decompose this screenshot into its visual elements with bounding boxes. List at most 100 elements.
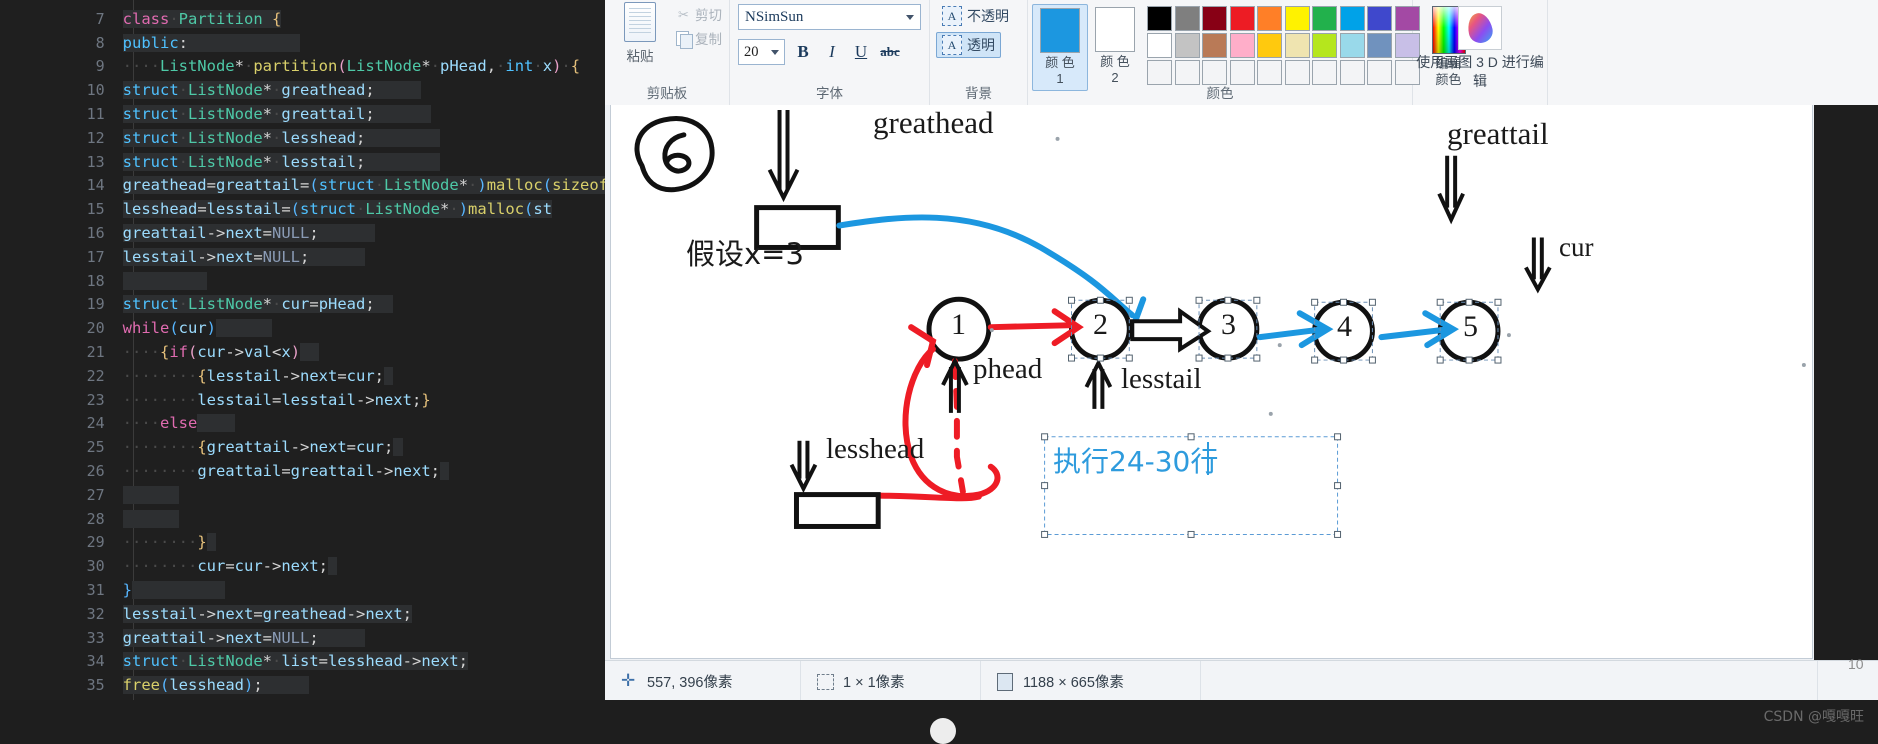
canvas-area[interactable]: greathead greattail cur 假设x=3 phead less… (605, 105, 1878, 660)
watermark-label: CSDN @嘎嘎旺 (1763, 709, 1864, 725)
code-line: 11 struct·ListNode*·greattail; (0, 79, 605, 123)
ribbon-group-colors: 颜 色 1 颜 色 2 编辑 颜色 颜色 (1028, 0, 1466, 105)
assume-label: 假设x=3 (686, 237, 804, 271)
status-bar: 557, 396像素 1 × 1像素 1188 × 665像素 (605, 660, 1878, 701)
palette-swatch[interactable] (1257, 6, 1282, 31)
ribbon-group-font: NSimSun 20 B I U abc 字体 (730, 0, 930, 105)
palette-swatch[interactable] (1202, 6, 1227, 31)
color2-button[interactable]: 颜 色 2 (1088, 4, 1142, 89)
cur-arrow (1524, 237, 1552, 294)
palette-swatch[interactable] (1174, 33, 1200, 58)
lesstail-arrow (1084, 358, 1113, 409)
status-spacer (1201, 661, 1818, 701)
greattail-arrow (1437, 155, 1465, 225)
palette-swatch[interactable] (1284, 6, 1310, 31)
font-family-value: NSimSun (745, 8, 804, 25)
cut-label: 剪切 (695, 8, 722, 23)
palette-swatch[interactable] (1174, 6, 1200, 31)
opaque-option[interactable]: A 不透明 (936, 3, 1015, 29)
code-line: 18 (0, 246, 605, 290)
code-line: 21 ····{if(cur->val<x) (0, 317, 605, 361)
bold-button[interactable]: B (792, 41, 814, 63)
status-image-size: 1188 × 665像素 (981, 661, 1201, 701)
code-line: 14 greathead=greattail=(struct·ListNode*·… (0, 151, 605, 195)
code-line: 26 ········greattail=greattail->next; (0, 436, 605, 480)
paint3d-button[interactable] (1458, 6, 1502, 50)
transparent-option[interactable]: A 透明 (936, 32, 1001, 58)
node-label-5: 5 (1463, 310, 1478, 343)
crosshair-icon (621, 672, 639, 690)
copy-button[interactable]: 复制 (676, 28, 722, 49)
greathead-arrow (767, 109, 800, 203)
font-size-select[interactable]: 20 (738, 39, 785, 65)
palette-swatch[interactable] (1312, 33, 1337, 58)
screen: 7 class·Partition { 8 public: 9 ····ListNod… (0, 0, 1878, 744)
background-group-label: 背景 (965, 86, 992, 101)
palette-swatch[interactable] (1367, 33, 1392, 58)
image-size-value: 1188 × 665像素 (1023, 674, 1124, 691)
lesshead-box-connector (876, 492, 982, 502)
greathead-label: greathead (873, 105, 994, 140)
code-line: 33 greattail->next=NULL; (0, 603, 605, 647)
paint-window: 粘贴 ✂ 剪切 复制 剪贴板 NSimSun 20 B I U abc 字体 A… (605, 0, 1878, 701)
code-line: 35 free(lesshead); (0, 650, 605, 695)
copy-label: 复制 (695, 32, 722, 47)
palette-swatch[interactable] (1257, 33, 1282, 58)
paste-label: 粘贴 (626, 49, 654, 64)
status-selection-size: 1 × 1像素 (801, 661, 981, 701)
code-line: 12 struct·ListNode*·lesshead; (0, 103, 605, 147)
ribbon-toolbar: 粘贴 ✂ 剪切 复制 剪贴板 NSimSun 20 B I U abc 字体 A… (605, 0, 1878, 106)
node-label-4: 4 (1337, 310, 1352, 343)
paint-canvas[interactable]: greathead greattail cur 假设x=3 phead less… (610, 105, 1813, 659)
code-line: 31} (0, 555, 605, 599)
text-caret (1207, 442, 1209, 475)
copy-icon (676, 30, 693, 49)
stray-marks (989, 136, 1806, 416)
font-size-value: 20 (744, 43, 759, 60)
canvas-right-gutter (1814, 105, 1878, 660)
greattail-label: greattail (1447, 116, 1549, 151)
ribbon-group-background: A 不透明 A 透明 背景 (930, 0, 1028, 105)
palette-swatch[interactable] (1284, 33, 1310, 58)
cur-label: cur (1559, 232, 1594, 262)
code-line: 7 class·Partition { (0, 0, 605, 28)
palette-swatch[interactable] (1339, 6, 1365, 31)
palette-swatch[interactable] (1202, 33, 1227, 58)
cut-button[interactable]: ✂ 剪切 (676, 4, 722, 24)
palette-swatch[interactable] (1229, 6, 1255, 31)
code-editor[interactable]: 7 class·Partition { 8 public: 9 ····ListNod… (0, 0, 605, 735)
document-icon (997, 672, 1015, 691)
ribbon-group-clipboard: 粘贴 ✂ 剪切 复制 剪贴板 (605, 0, 730, 105)
color2-swatch (1095, 7, 1135, 52)
status-cursor-position: 557, 396像素 (605, 661, 801, 701)
code-line: 22 ········{lesstail->next=cur; (0, 341, 605, 385)
palette-swatch[interactable] (1147, 6, 1172, 31)
code-line: 19 struct·ListNode*·cur=pHead; (0, 270, 605, 314)
strikethrough-button[interactable]: abc (879, 41, 901, 63)
selection-size-value: 1 × 1像素 (843, 674, 905, 691)
paste-button[interactable]: 粘贴 (612, 2, 668, 65)
color1-button[interactable]: 颜 色 1 (1032, 4, 1088, 91)
palette-swatch[interactable] (1312, 6, 1337, 31)
taskbar-circle-icon[interactable] (930, 718, 956, 744)
code-line: 8 public: (0, 8, 605, 52)
colors-group-label: 颜色 (1206, 86, 1234, 101)
palette-swatch[interactable] (1147, 33, 1172, 58)
circle-badge-shape (634, 116, 715, 193)
paint3d-icon (1465, 10, 1495, 46)
node1-to-node2-edge (987, 308, 1084, 347)
code-line: 25 ········{greattail->next=cur; (0, 412, 605, 457)
italic-button[interactable]: I (821, 41, 843, 63)
scissors-icon: ✂ (678, 6, 689, 22)
ribbon-group-paint3d: 使用画图 3 D 进行编辑 (1413, 0, 1548, 105)
font-family-select[interactable]: NSimSun (738, 4, 921, 30)
code-line: 32 lesstail->next=greathead->next; (0, 579, 605, 623)
palette-swatch[interactable] (1339, 33, 1365, 58)
palette-swatch[interactable] (1367, 6, 1392, 31)
code-line: 20 while(cur) (0, 293, 605, 338)
opaque-label: 不透明 (967, 8, 1009, 24)
underline-button[interactable]: U (850, 41, 872, 63)
color1-swatch (1040, 8, 1080, 53)
palette-swatch[interactable] (1229, 33, 1255, 58)
textbox-text[interactable]: 执行24-30行 (1053, 440, 1218, 480)
